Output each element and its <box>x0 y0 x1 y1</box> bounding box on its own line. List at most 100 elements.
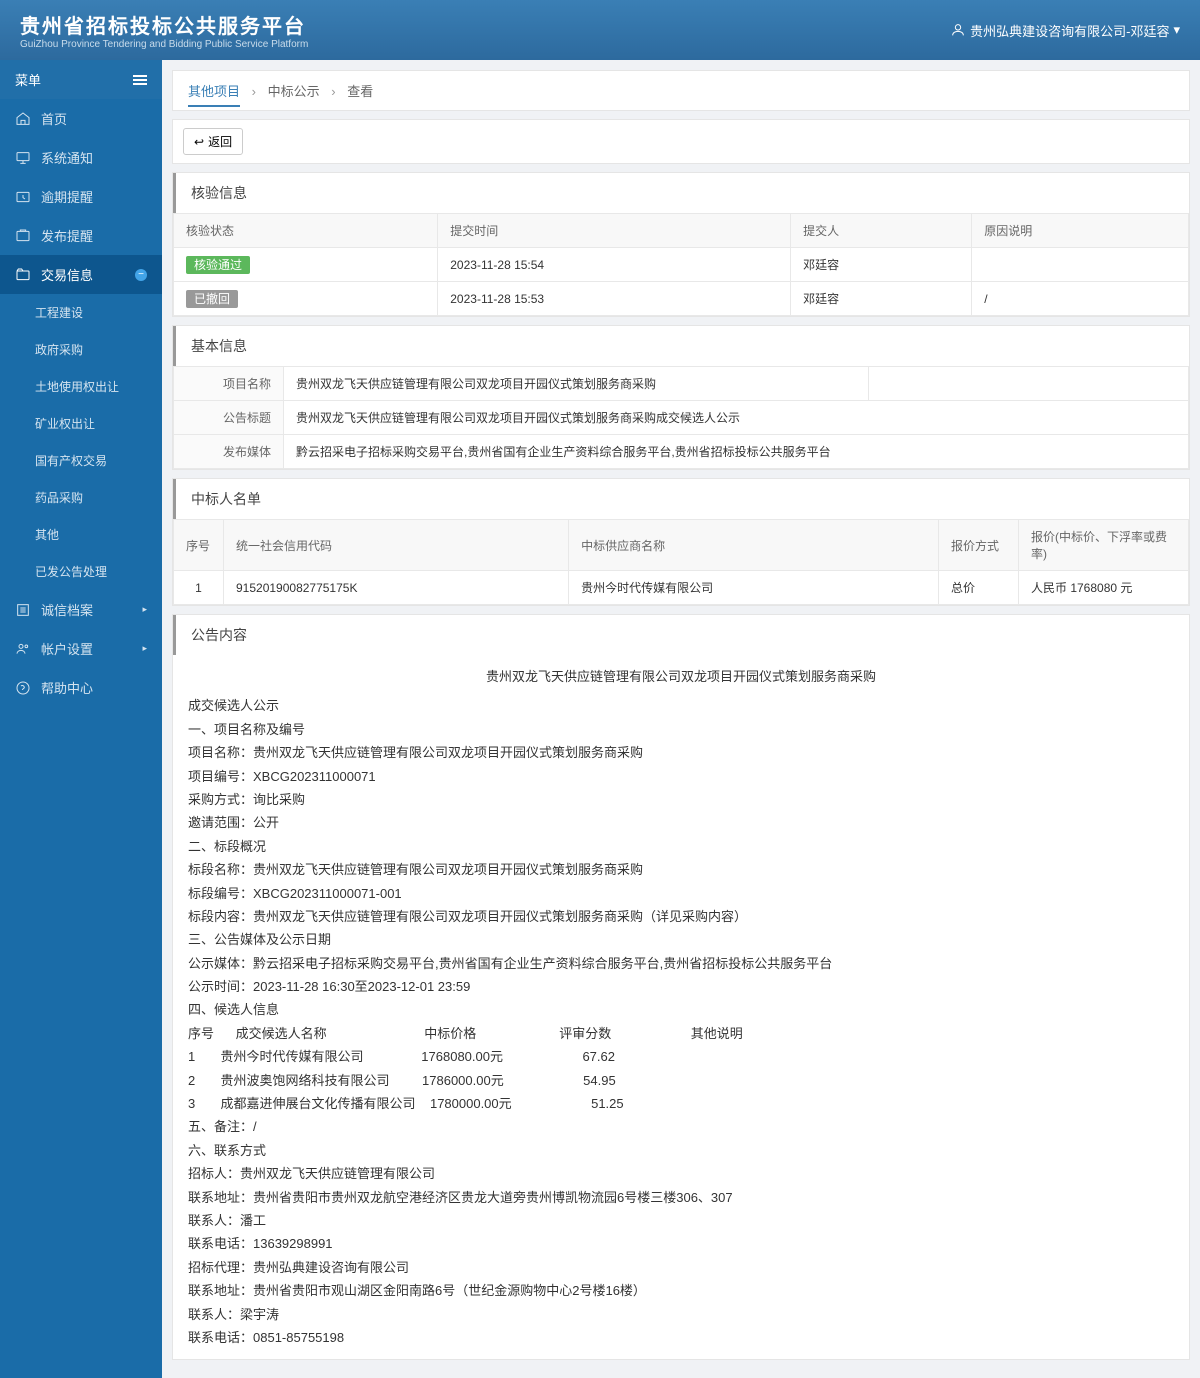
sidebar-subitem[interactable]: 工程建设 <box>0 294 162 331</box>
sidebar-item[interactable]: 帐户设置▸ <box>0 629 162 668</box>
announce-line: 项目编号：XBCG202311000071 <box>188 765 1174 788</box>
announce-line: 联系人：潘工 <box>188 1209 1174 1232</box>
announce-line: 采购方式：询比采购 <box>188 788 1174 811</box>
table-row: 已撤回2023-11-28 15:53邓廷容/ <box>174 282 1189 316</box>
announce-line: 联系电话：0851-85755198 <box>188 1326 1174 1349</box>
breadcrumb: 其他项目 › 中标公示 › 查看 <box>172 70 1190 111</box>
breadcrumb-item[interactable]: 其他项目 <box>188 84 240 107</box>
caret-down-icon: ▾ <box>1173 22 1180 38</box>
announce-line: 一、项目名称及编号 <box>188 718 1174 741</box>
col-code: 统一社会信用代码 <box>224 520 569 571</box>
list-icon <box>15 602 31 618</box>
button-bar: ↩ 返回 <box>172 119 1190 164</box>
announce-line: 联系地址：贵州省贵阳市观山湖区金阳南路6号（世纪金源购物中心2号楼16楼） <box>188 1279 1174 1302</box>
announce-line: 招标代理：贵州弘典建设咨询有限公司 <box>188 1256 1174 1279</box>
sidebar-subitem[interactable]: 其他 <box>0 516 162 553</box>
sidebar-item[interactable]: 发布提醒 <box>0 216 162 255</box>
basic-table: 项目名称 贵州双龙飞天供应链管理有限公司双龙项目开园仪式策划服务商采购 公告标题… <box>173 366 1189 469</box>
announce-line: 二、标段概况 <box>188 835 1174 858</box>
sidebar-item[interactable]: 系统通知 <box>0 138 162 177</box>
sidebar-item-label: 首页 <box>41 109 67 128</box>
sidebar-subitem-label: 已发公告处理 <box>35 563 107 580</box>
announce-line: 四、候选人信息 <box>188 998 1174 1021</box>
folder-icon <box>15 267 31 283</box>
breadcrumb-item[interactable]: 中标公示 <box>268 84 320 107</box>
sidebar-subitem-label: 政府采购 <box>35 341 83 358</box>
sidebar-subitem-label: 矿业权出让 <box>35 415 95 432</box>
candidate-row: 1 贵州今时代传媒有限公司 1768080.00元 67.62 <box>188 1045 1174 1068</box>
announce-line: 公示时间：2023-11-28 16:30至2023-12-01 23:59 <box>188 975 1174 998</box>
announce-line: 招标人：贵州双龙飞天供应链管理有限公司 <box>188 1162 1174 1185</box>
announce-line: 标段名称：贵州双龙飞天供应链管理有限公司双龙项目开园仪式策划服务商采购 <box>188 858 1174 881</box>
col-seq: 序号 <box>174 520 224 571</box>
sidebar-subitem[interactable]: 药品采购 <box>0 479 162 516</box>
announce-line: 联系电话：13639298991 <box>188 1232 1174 1255</box>
sidebar-item-label: 发布提醒 <box>41 226 93 245</box>
basic-panel: 基本信息 项目名称 贵州双龙飞天供应链管理有限公司双龙项目开园仪式策划服务商采购… <box>172 325 1190 470</box>
announce-panel: 公告内容 贵州双龙飞天供应链管理有限公司双龙项目开园仪式策划服务商采购 成交候选… <box>172 614 1190 1360</box>
announce-line: 六、联系方式 <box>188 1139 1174 1162</box>
back-label: 返回 <box>208 133 232 150</box>
announce-line: 联系地址：贵州省贵阳市贵州双龙航空港经济区贵龙大道旁贵州博凯物流园6号楼三楼30… <box>188 1186 1174 1209</box>
bell-icon <box>15 228 31 244</box>
announce-line: 成交候选人公示 <box>188 694 1174 717</box>
user-name: 贵州弘典建设咨询有限公司-邓廷容 <box>970 21 1169 40</box>
sidebar-item[interactable]: 首页 <box>0 99 162 138</box>
sidebar-subitem[interactable]: 政府采购 <box>0 331 162 368</box>
chevron-right-icon: › <box>252 84 256 99</box>
announce-line: 项目名称：贵州双龙飞天供应链管理有限公司双龙项目开园仪式策划服务商采购 <box>188 741 1174 764</box>
sidebar-item-label: 帮助中心 <box>41 678 93 697</box>
table-row: 191520190082775175K贵州今时代传媒有限公司总价人民币 1768… <box>174 571 1189 605</box>
sidebar-item-label: 帐户设置 <box>41 639 93 658</box>
reply-icon: ↩ <box>194 135 204 149</box>
announce-line: 标段编号：XBCG202311000071-001 <box>188 882 1174 905</box>
winners-panel: 中标人名单 序号 统一社会信用代码 中标供应商名称 报价方式 报价(中标价、下浮… <box>172 478 1190 606</box>
user-icon <box>950 22 966 38</box>
winners-table: 序号 统一社会信用代码 中标供应商名称 报价方式 报价(中标价、下浮率或费率) … <box>173 519 1189 605</box>
candidate-table-header: 序号 成交候选人名称 中标价格 评审分数 其他说明 <box>188 1022 1174 1045</box>
sidebar-subitem[interactable]: 已发公告处理 <box>0 553 162 590</box>
col-person: 提交人 <box>791 214 972 248</box>
main-content: 其他项目 › 中标公示 › 查看 ↩ 返回 核验信息 核验状态 提交时间 提交人… <box>162 60 1200 1378</box>
col-status: 核验状态 <box>174 214 438 248</box>
col-reason: 原因说明 <box>972 214 1189 248</box>
user-menu[interactable]: 贵州弘典建设咨询有限公司-邓廷容 ▾ <box>950 21 1180 40</box>
header-brand: 贵州省招标投标公共服务平台 GuiZhou Province Tendering… <box>20 10 308 50</box>
label: 发布媒体 <box>174 435 284 469</box>
sidebar-item-label: 逾期提醒 <box>41 187 93 206</box>
sidebar-subitem-label: 工程建设 <box>35 304 83 321</box>
sidebar-subitem[interactable]: 国有产权交易 <box>0 442 162 479</box>
announce-body: 贵州双龙飞天供应链管理有限公司双龙项目开园仪式策划服务商采购 成交候选人公示一、… <box>173 655 1189 1359</box>
sidebar-subitem[interactable]: 土地使用权出让 <box>0 368 162 405</box>
sidebar-item-label: 诚信档案 <box>41 600 93 619</box>
sidebar-item[interactable]: 交易信息 − <box>0 255 162 294</box>
sidebar-subitem[interactable]: 矿业权出让 <box>0 405 162 442</box>
clock-icon <box>15 189 31 205</box>
sidebar-item[interactable]: 帮助中心 <box>0 668 162 707</box>
status-badge: 核验通过 <box>186 256 250 274</box>
col-name: 中标供应商名称 <box>569 520 939 571</box>
label: 公告标题 <box>174 401 284 435</box>
value: 贵州双龙飞天供应链管理有限公司双龙项目开园仪式策划服务商采购 <box>284 367 869 401</box>
col-method: 报价方式 <box>939 520 1019 571</box>
back-button[interactable]: ↩ 返回 <box>183 128 243 155</box>
hamburger-icon[interactable] <box>133 75 147 85</box>
collapse-icon: − <box>135 269 147 281</box>
announce-line: 标段内容：贵州双龙飞天供应链管理有限公司双龙项目开园仪式策划服务商采购（详见采购… <box>188 905 1174 928</box>
sidebar-item-label: 交易信息 <box>41 265 93 284</box>
announce-heading: 贵州双龙飞天供应链管理有限公司双龙项目开园仪式策划服务商采购 <box>188 665 1174 688</box>
candidate-row: 3 成都嘉进伸展台文化传播有限公司 1780000.00元 51.25 <box>188 1092 1174 1115</box>
sidebar-item[interactable]: 逾期提醒 <box>0 177 162 216</box>
sidebar-subitem-label: 其他 <box>35 526 59 543</box>
home-icon <box>15 111 31 127</box>
sidebar-item-label: 系统通知 <box>41 148 93 167</box>
breadcrumb-item[interactable]: 查看 <box>347 84 373 107</box>
col-time: 提交时间 <box>438 214 791 248</box>
value: 黔云招采电子招标采购交易平台,贵州省国有企业生产资料综合服务平台,贵州省招标投标… <box>284 435 1189 469</box>
sidebar-header: 菜单 <box>0 60 162 99</box>
monitor-icon <box>15 150 31 166</box>
sidebar-item[interactable]: 诚信档案▸ <box>0 590 162 629</box>
col-price: 报价(中标价、下浮率或费率) <box>1019 520 1189 571</box>
panel-title: 核验信息 <box>173 173 1189 213</box>
announce-line: 公示媒体：黔云招采电子招标采购交易平台,贵州省国有企业生产资料综合服务平台,贵州… <box>188 952 1174 975</box>
